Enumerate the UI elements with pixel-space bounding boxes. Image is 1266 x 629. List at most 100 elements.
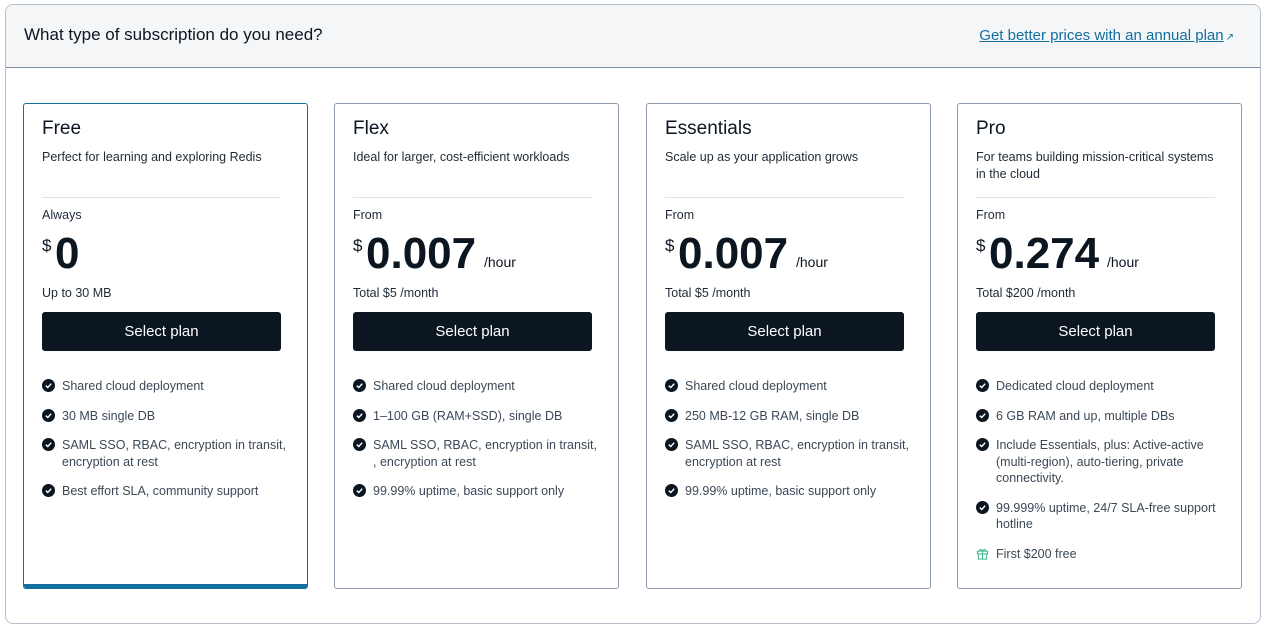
feature-list: Shared cloud deployment 30 MB single DB … bbox=[42, 378, 287, 513]
feature-item: 250 MB-12 GB RAM, single DB bbox=[665, 408, 910, 425]
feature-item: Best effort SLA, community support bbox=[42, 483, 287, 500]
feature-text: SAML SSO, RBAC, encryption in transit, e… bbox=[685, 438, 909, 469]
feature-text: 99.999% uptime, 24/7 SLA-free support ho… bbox=[996, 500, 1216, 532]
feature-text: SAML SSO, RBAC, encryption in transit, ,… bbox=[373, 438, 597, 469]
divider bbox=[42, 197, 281, 198]
subscription-panel: What type of subscription do you need? G… bbox=[5, 4, 1261, 624]
check-icon bbox=[976, 500, 989, 514]
plan-description: Perfect for learning and exploring Redis bbox=[42, 150, 262, 164]
price-note: Total $5 /month bbox=[665, 286, 751, 300]
price-note: Up to 30 MB bbox=[42, 286, 112, 300]
feature-list: Shared cloud deployment 250 MB-12 GB RAM… bbox=[665, 378, 910, 513]
plan-name: Free bbox=[42, 118, 82, 139]
bonus-item: First $200 free bbox=[976, 546, 1221, 563]
select-plan-button-pro[interactable]: Select plan bbox=[976, 312, 1215, 351]
external-link-icon: ↗ bbox=[1225, 32, 1234, 43]
plan-description: Ideal for larger, cost-efficient workloa… bbox=[353, 150, 570, 164]
check-icon bbox=[353, 484, 366, 497]
feature-text: 30 MB single DB bbox=[62, 408, 156, 423]
annual-plan-link-label: Get better prices with an annual plan bbox=[979, 27, 1224, 44]
feature-text: 99.99% uptime, basic support only bbox=[685, 484, 877, 498]
price-note: Total $200 /month bbox=[976, 286, 1076, 300]
feature-text: 99.99% uptime, basic support only bbox=[373, 484, 565, 498]
price-unit: /hour bbox=[1107, 254, 1139, 270]
feature-item: 1–100 GB (RAM+SSD), single DB bbox=[353, 408, 598, 425]
feature-item: Dedicated cloud deployment bbox=[976, 378, 1221, 395]
price-prefix: From bbox=[976, 208, 1006, 222]
plan-description: For teams building mission-critical syst… bbox=[976, 150, 1214, 181]
feature-list: Dedicated cloud deployment 6 GB RAM and … bbox=[976, 378, 1221, 575]
price-prefix: From bbox=[353, 208, 383, 222]
feature-text: 6 GB RAM and up, multiple DBs bbox=[996, 408, 1175, 423]
check-icon bbox=[665, 438, 678, 451]
check-icon bbox=[976, 408, 989, 422]
price-amount: 0 bbox=[55, 229, 80, 278]
feature-text: Dedicated cloud deployment bbox=[996, 379, 1154, 393]
feature-text: Shared cloud deployment bbox=[685, 379, 827, 393]
divider bbox=[665, 197, 904, 198]
plan-card-essentials[interactable]: Essentials Scale up as your application … bbox=[646, 103, 931, 589]
feature-item: 99.999% uptime, 24/7 SLA-free support ho… bbox=[976, 500, 1221, 533]
select-plan-button-flex[interactable]: Select plan bbox=[353, 312, 592, 351]
plan-name: Essentials bbox=[665, 118, 752, 139]
price-prefix: From bbox=[665, 208, 695, 222]
price-prefix: Always bbox=[42, 208, 82, 222]
price-currency: $ bbox=[976, 236, 986, 255]
price-unit: /hour bbox=[796, 254, 828, 270]
check-icon bbox=[42, 438, 55, 451]
price-unit: /hour bbox=[484, 254, 516, 270]
gift-icon bbox=[976, 548, 989, 560]
feature-item: Shared cloud deployment bbox=[665, 378, 910, 395]
divider bbox=[353, 197, 592, 198]
feature-item: Shared cloud deployment bbox=[42, 378, 287, 395]
plan-name: Flex bbox=[353, 118, 389, 139]
feature-item: SAML SSO, RBAC, encryption in transit, e… bbox=[42, 437, 287, 470]
price-amount: 0.007 bbox=[366, 229, 477, 278]
page-title: What type of subscription do you need? bbox=[24, 25, 323, 44]
feature-item: SAML SSO, RBAC, encryption in transit, e… bbox=[665, 437, 910, 470]
feature-item: Include Essentials, plus: Active-active … bbox=[976, 437, 1221, 487]
check-icon bbox=[665, 484, 678, 497]
check-icon bbox=[353, 379, 366, 392]
annual-plan-link[interactable]: Get better prices with an annual plan ↗ bbox=[979, 27, 1234, 44]
plan-card-flex[interactable]: Flex Ideal for larger, cost-efficient wo… bbox=[334, 103, 619, 589]
feature-item: 99.99% uptime, basic support only bbox=[665, 483, 910, 500]
price-amount: 0.007 bbox=[678, 229, 789, 278]
price-note: Total $5 /month bbox=[353, 286, 439, 300]
feature-text: 1–100 GB (RAM+SSD), single DB bbox=[373, 408, 563, 423]
feature-text: Include Essentials, plus: Active-active … bbox=[996, 438, 1204, 485]
check-icon bbox=[976, 438, 989, 451]
feature-text: Best effort SLA, community support bbox=[62, 484, 259, 498]
price-currency: $ bbox=[665, 236, 675, 255]
check-icon bbox=[353, 438, 366, 451]
price-currency: $ bbox=[353, 236, 363, 255]
check-icon bbox=[976, 379, 989, 392]
plan-card-free[interactable]: Free Perfect for learning and exploring … bbox=[23, 103, 308, 589]
feature-text: Shared cloud deployment bbox=[62, 379, 204, 393]
plan-card-pro[interactable]: Pro For teams building mission-critical … bbox=[957, 103, 1242, 589]
feature-list: Shared cloud deployment 1–100 GB (RAM+SS… bbox=[353, 378, 598, 513]
panel-header: What type of subscription do you need? G… bbox=[6, 5, 1260, 68]
feature-text: SAML SSO, RBAC, encryption in transit, e… bbox=[62, 438, 286, 469]
price-currency: $ bbox=[42, 236, 52, 255]
check-icon bbox=[42, 484, 55, 497]
feature-item: 6 GB RAM and up, multiple DBs bbox=[976, 408, 1221, 425]
feature-item: 30 MB single DB bbox=[42, 408, 287, 425]
check-icon bbox=[665, 408, 678, 422]
feature-text: Shared cloud deployment bbox=[373, 379, 515, 393]
feature-text: 250 MB-12 GB RAM, single DB bbox=[685, 408, 860, 423]
feature-item: 99.99% uptime, basic support only bbox=[353, 483, 598, 500]
check-icon bbox=[665, 379, 678, 392]
price-amount: 0.274 bbox=[989, 229, 1100, 278]
select-plan-button-free[interactable]: Select plan bbox=[42, 312, 281, 351]
feature-item: Shared cloud deployment bbox=[353, 378, 598, 395]
plan-name: Pro bbox=[976, 118, 1006, 139]
bonus-text: First $200 free bbox=[996, 546, 1077, 561]
check-icon bbox=[42, 408, 55, 422]
check-icon bbox=[353, 408, 366, 422]
plan-description: Scale up as your application grows bbox=[665, 150, 859, 164]
feature-item: SAML SSO, RBAC, encryption in transit, ,… bbox=[353, 437, 598, 470]
select-plan-button-essentials[interactable]: Select plan bbox=[665, 312, 904, 351]
check-icon bbox=[42, 379, 55, 392]
divider bbox=[976, 197, 1215, 198]
